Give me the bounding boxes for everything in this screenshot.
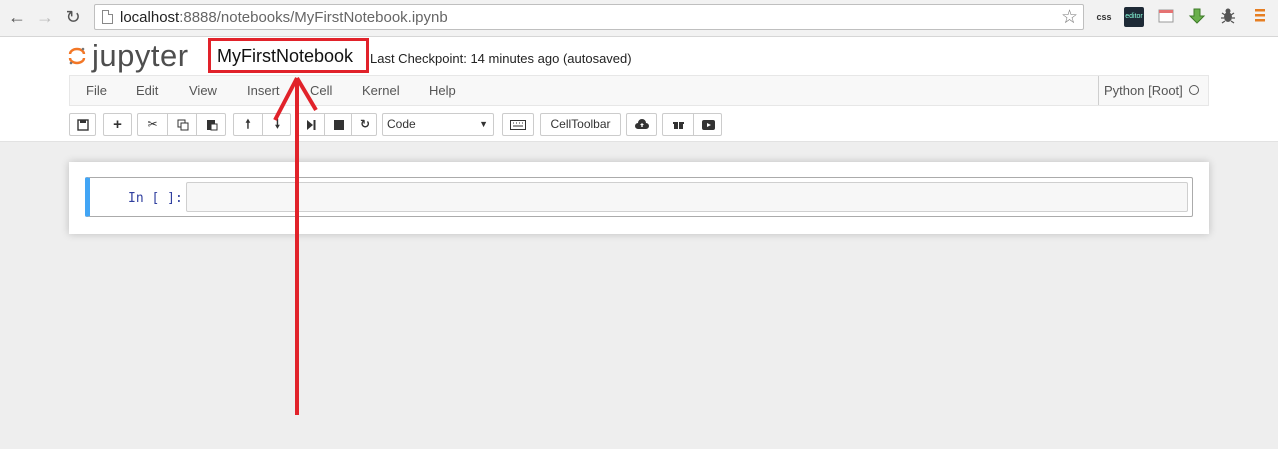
run-button-group: ↻ [296, 113, 377, 136]
url-text: localhost:8888/notebooks/MyFirstNotebook… [120, 9, 448, 26]
celltoolbar-button[interactable]: CellToolbar [540, 113, 621, 136]
page-icon [102, 10, 113, 24]
arrow-down-icon: 🠗 [274, 117, 281, 131]
cell-input-editor[interactable] [186, 182, 1188, 212]
restart-button[interactable]: ↻ [351, 114, 378, 135]
cut-button[interactable]: ✂ [138, 114, 167, 135]
reload-icon[interactable]: ↻ [62, 6, 84, 28]
paste-icon [207, 119, 218, 131]
kernel-status-icon [1189, 85, 1199, 95]
slideshow-button[interactable] [693, 114, 723, 135]
logo-text: jupyter [92, 38, 189, 73]
copy-button[interactable] [167, 114, 197, 135]
browser-toolbar: ← → ↻ localhost:8888/notebooks/MyFirstNo… [0, 0, 1278, 37]
checkpoint-status: Last Checkpoint: 14 minutes ago (autosav… [370, 51, 632, 66]
upload-button[interactable] [626, 113, 657, 136]
move-up-button[interactable]: 🠕 [234, 114, 262, 135]
stop-icon [333, 119, 344, 130]
download-extension-icon[interactable] [1187, 7, 1207, 27]
menu-icon[interactable] [1250, 7, 1270, 27]
bug-extension-icon[interactable] [1218, 7, 1238, 27]
gift-icon [672, 122, 684, 130]
menu-view[interactable]: View [189, 83, 217, 98]
menu-bar: File Edit View Insert Cell Kernel Help P… [69, 75, 1209, 106]
cloud-upload-icon [634, 119, 649, 130]
plus-icon: + [113, 116, 122, 133]
back-icon[interactable]: ← [6, 6, 28, 28]
menu-cell[interactable]: Cell [310, 83, 332, 98]
paste-button[interactable] [196, 114, 227, 135]
notebook-container: In [ ]: [69, 162, 1209, 234]
edit-button-group: ✂ [137, 113, 226, 136]
menu-kernel[interactable]: Kernel [362, 83, 400, 98]
move-down-button[interactable]: 🠗 [262, 114, 292, 135]
gift-button[interactable] [663, 114, 693, 135]
kernel-name: Python [Root] [1098, 76, 1183, 105]
save-button[interactable] [69, 113, 96, 136]
menu-file[interactable]: File [86, 83, 107, 98]
dropdown-caret-icon: ▼ [479, 119, 488, 129]
arrow-up-icon: 🠕 [245, 117, 251, 131]
css-extension-icon[interactable]: css [1094, 7, 1114, 27]
editor-extension-icon[interactable]: editor [1124, 7, 1144, 27]
menu-insert[interactable]: Insert [247, 83, 280, 98]
menu-help[interactable]: Help [429, 83, 456, 98]
insert-cell-button[interactable]: + [103, 113, 132, 136]
cell-type-select[interactable]: Code ▼ [382, 113, 494, 136]
youtube-play-icon [702, 119, 715, 130]
scissors-icon: ✂ [147, 117, 158, 131]
cell-type-value: Code [387, 117, 416, 131]
bookmark-star-icon[interactable]: ☆ [1061, 6, 1078, 29]
jupyter-logo-icon [68, 47, 86, 65]
save-icon [76, 119, 89, 131]
command-palette-button[interactable] [502, 113, 534, 136]
jupyter-header: jupyter MyFirstNotebook Last Checkpoint:… [0, 37, 1278, 142]
notebook-name[interactable]: MyFirstNotebook [217, 46, 353, 67]
step-forward-icon [306, 119, 315, 130]
code-cell[interactable]: In [ ]: [85, 177, 1193, 217]
keyboard-icon [510, 119, 526, 130]
move-button-group: 🠕 🠗 [233, 113, 291, 136]
forward-icon[interactable]: → [34, 6, 56, 28]
presentation-button-group [662, 113, 722, 136]
menu-edit[interactable]: Edit [136, 83, 158, 98]
restart-icon: ↻ [359, 117, 371, 131]
address-bar[interactable]: localhost:8888/notebooks/MyFirstNotebook… [94, 4, 1084, 30]
input-prompt: In [ ]: [128, 191, 183, 206]
copy-icon [177, 119, 188, 131]
window-extension-icon[interactable] [1156, 7, 1176, 27]
run-button[interactable] [297, 114, 324, 135]
interrupt-button[interactable] [324, 114, 352, 135]
